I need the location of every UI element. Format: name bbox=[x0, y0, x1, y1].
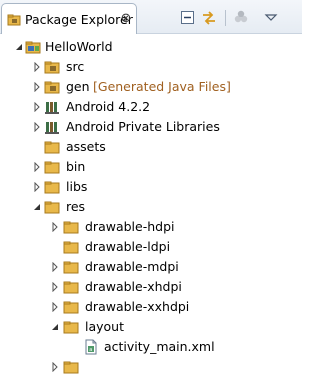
tree-item-private-libraries[interactable]: Android Private Libraries bbox=[0, 117, 302, 137]
tree-item-label: bin bbox=[66, 159, 86, 174]
collapsed-arrow-icon[interactable] bbox=[32, 82, 42, 92]
tree-item-label: drawable-mdpi bbox=[85, 259, 179, 274]
folder-icon bbox=[63, 221, 79, 234]
expanded-arrow-icon[interactable] bbox=[50, 322, 60, 332]
view-header: Package Explorer ⊗ bbox=[0, 0, 302, 34]
tree-item-bin[interactable]: bin bbox=[0, 157, 302, 177]
tree-item-drawable-xhdpi[interactable]: drawable-xhdpi bbox=[0, 277, 302, 297]
collapsed-arrow-icon[interactable] bbox=[32, 62, 42, 72]
package-explorer-icon bbox=[7, 14, 21, 26]
tree-item-drawable-hdpi[interactable]: drawable-hdpi bbox=[0, 217, 302, 237]
tree-item-label: src bbox=[66, 59, 85, 74]
tree-item-src[interactable]: src bbox=[0, 57, 302, 77]
tree-item-assets[interactable]: assets bbox=[0, 137, 302, 157]
collapsed-arrow-icon[interactable] bbox=[32, 162, 42, 172]
close-icon[interactable]: ⊗ bbox=[119, 12, 133, 26]
tree-item-label: gen bbox=[66, 79, 90, 94]
expanded-arrow-icon[interactable] bbox=[14, 42, 24, 52]
folder-icon bbox=[63, 241, 79, 254]
tree-item-res[interactable]: res bbox=[0, 197, 302, 217]
folder-icon bbox=[44, 181, 60, 194]
view-menu-icon[interactable] bbox=[262, 9, 280, 27]
tree-item-partial[interactable] bbox=[0, 357, 302, 377]
collapsed-arrow-icon[interactable] bbox=[50, 262, 60, 272]
tree-item-android-4-2-2[interactable]: Android 4.2.2 bbox=[0, 97, 302, 117]
tree-item-label: drawable-xxhdpi bbox=[85, 299, 190, 314]
tree-item-label: libs bbox=[66, 179, 88, 194]
tree-item-label: layout bbox=[85, 319, 125, 334]
tree-item-helloworld[interactable]: HelloWorld bbox=[0, 37, 302, 57]
tree-item-label: drawable-hdpi bbox=[85, 219, 175, 234]
folder-icon bbox=[63, 261, 79, 274]
source-folder-icon bbox=[44, 61, 60, 74]
tree-item-label: activity_main.xml bbox=[104, 339, 215, 354]
collapsed-arrow-icon[interactable] bbox=[50, 302, 60, 312]
tree-item-gen[interactable]: gen [Generated Java Files] bbox=[0, 77, 302, 97]
tree-item-layout[interactable]: layout bbox=[0, 317, 302, 337]
project-tree: HelloWorld src gen [Generated Java Files… bbox=[0, 35, 302, 374]
folder-icon bbox=[44, 141, 60, 154]
generated-files-decoration: [Generated Java Files] bbox=[93, 79, 231, 94]
tree-item-activity-main-xml[interactable]: a activity_main.xml bbox=[0, 337, 302, 357]
tree-item-label: drawable-xhdpi bbox=[85, 279, 182, 294]
tree-item-drawable-ldpi[interactable]: drawable-ldpi bbox=[0, 237, 302, 257]
tree-item-drawable-mdpi[interactable]: drawable-mdpi bbox=[0, 257, 302, 277]
focus-on-task-icon[interactable] bbox=[232, 9, 250, 27]
tree-item-label: Android 4.2.2 bbox=[66, 99, 151, 114]
tree-item-label: assets bbox=[66, 139, 106, 154]
folder-icon bbox=[44, 161, 60, 174]
collapsed-arrow-icon[interactable] bbox=[32, 182, 42, 192]
source-folder-icon bbox=[44, 81, 60, 94]
collapsed-arrow-icon[interactable] bbox=[32, 102, 42, 112]
tree-item-label: Android Private Libraries bbox=[66, 119, 220, 134]
project-icon bbox=[25, 41, 41, 54]
tree-item-label: drawable-ldpi bbox=[85, 239, 171, 254]
view-title: Package Explorer bbox=[25, 12, 133, 27]
folder-icon bbox=[63, 361, 79, 374]
tree-item-label: HelloWorld bbox=[45, 39, 113, 54]
toolbar-separator bbox=[225, 10, 226, 26]
library-icon bbox=[45, 102, 59, 114]
library-icon bbox=[45, 122, 59, 134]
collapsed-arrow-icon[interactable] bbox=[50, 282, 60, 292]
collapsed-arrow-icon[interactable] bbox=[50, 222, 60, 232]
link-with-editor-icon[interactable] bbox=[200, 9, 218, 27]
folder-icon bbox=[44, 201, 60, 214]
tab-package-explorer[interactable]: Package Explorer ⊗ bbox=[1, 3, 137, 34]
tree-item-libs[interactable]: libs bbox=[0, 177, 302, 197]
folder-icon bbox=[63, 301, 79, 314]
expanded-arrow-icon[interactable] bbox=[32, 202, 42, 212]
svg-text:a: a bbox=[89, 347, 92, 353]
tree-item-label: res bbox=[66, 199, 86, 214]
xml-file-icon: a bbox=[85, 339, 97, 355]
collapsed-arrow-icon[interactable] bbox=[32, 122, 42, 132]
collapse-all-icon[interactable] bbox=[179, 9, 197, 27]
folder-icon bbox=[63, 281, 79, 294]
collapsed-arrow-icon[interactable] bbox=[50, 362, 60, 372]
folder-icon bbox=[63, 321, 79, 334]
tree-item-drawable-xxhdpi[interactable]: drawable-xxhdpi bbox=[0, 297, 302, 317]
